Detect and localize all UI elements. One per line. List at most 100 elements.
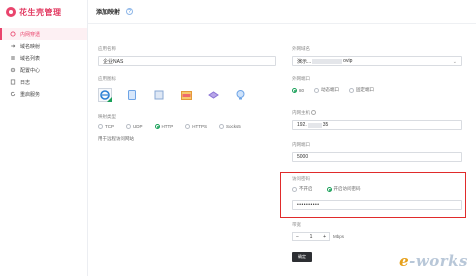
bandwidth-label: 带宽: [292, 222, 301, 227]
app-name-input[interactable]: 企业NAS: [98, 56, 276, 66]
option-label: 开启访问密码: [333, 186, 361, 191]
domain-suffix: ovip: [343, 58, 353, 64]
option-label: HTTPS: [192, 124, 208, 129]
option-label: TCP: [105, 124, 114, 129]
list-icon: [10, 55, 16, 61]
masked-text: [312, 58, 343, 64]
access-label: 访问密码: [292, 176, 310, 181]
reload-icon: [10, 91, 16, 97]
help-icon[interactable]: ?: [126, 8, 134, 15]
option-label: UDP: [133, 124, 143, 129]
radio-icon: [219, 124, 225, 129]
save-button[interactable]: 确定: [292, 252, 312, 262]
watermark-rest: -works: [409, 252, 468, 270]
sidebar-item-domains[interactable]: 域名列表: [0, 52, 87, 64]
masked-text: [307, 122, 322, 128]
radio-selected-icon: [326, 186, 332, 192]
internal-port-label: 内网端口: [292, 142, 310, 147]
protocol-options: TCP UDP HTTP HTTPS Socks5: [98, 124, 241, 129]
bandwidth-value: 1: [309, 233, 313, 240]
watermark-logo: e-works: [399, 252, 468, 270]
option-label: 固定端口: [356, 87, 375, 92]
port-80[interactable]: 80: [292, 87, 304, 93]
option-label: 80: [299, 87, 305, 93]
page-header: 添加映射 ?: [88, 0, 476, 24]
ie-icon[interactable]: [98, 88, 112, 102]
protocol-https[interactable]: HTTPS: [185, 124, 207, 129]
watermark-e: e: [399, 252, 410, 270]
bandwidth-stepper: − 1 + Mbps: [292, 232, 344, 241]
access-off[interactable]: 不开启: [292, 186, 313, 192]
radio-icon: [185, 124, 191, 129]
minus-icon[interactable]: −: [296, 234, 299, 240]
radio-icon: [98, 124, 103, 129]
port-fixed[interactable]: 固定端口: [349, 87, 374, 93]
sidebar-item-label: 域名映射: [20, 43, 41, 50]
option-label: HTTP: [161, 124, 174, 129]
access-on[interactable]: 开启访问密码: [326, 186, 361, 192]
port-label: 外网端口: [292, 76, 310, 81]
app-icon-picker: [98, 88, 247, 102]
tablet-icon[interactable]: [125, 88, 139, 102]
ip-value: 192.: [297, 122, 307, 128]
sidebar-item-config[interactable]: 配置中心: [0, 64, 87, 76]
quantity-stepper[interactable]: − 1 +: [292, 232, 330, 241]
sidebar-item-label: 域名列表: [20, 55, 41, 62]
gear-icon: [10, 67, 16, 73]
app-name-label: 应用名称: [98, 46, 116, 51]
hdd-icon[interactable]: [206, 88, 220, 102]
sidebar-item-mapping[interactable]: 域名映射: [0, 40, 87, 52]
option-label: Socks5: [226, 124, 241, 129]
protocol-label: 映射类型: [98, 114, 116, 119]
brand-title: 花生壳管理: [19, 7, 62, 17]
port-options: 80 动态端口 固定端口: [292, 87, 374, 93]
internal-port-input[interactable]: 5000: [292, 152, 462, 162]
radio-selected-icon: [292, 87, 297, 93]
option-label: 不开启: [299, 186, 313, 191]
info-icon: [311, 110, 317, 116]
log-icon: [10, 79, 16, 85]
option-label: 动态端口: [321, 87, 340, 92]
sidebar-item-label: 重启服务: [20, 91, 41, 98]
radio-icon: [349, 87, 355, 93]
plus-icon[interactable]: +: [323, 234, 326, 240]
password-input[interactable]: ••••••••••: [292, 200, 462, 210]
camera-icon[interactable]: [233, 88, 247, 102]
sidebar-item-restart[interactable]: 重启服务: [0, 88, 87, 100]
protocol-tcp[interactable]: TCP: [98, 124, 114, 129]
app-icon-label: 应用图标: [98, 76, 116, 81]
sidebar-item-label: 日志: [20, 79, 31, 86]
radio-icon: [314, 87, 320, 93]
domain-select[interactable]: 演示... ovip ⌄: [292, 56, 462, 66]
sidebar-item-log[interactable]: 日志: [0, 76, 87, 88]
page-title: 添加映射: [96, 10, 121, 16]
main-panel: 添加映射 ? 应用名称 企业NAS 应用图标 映射类型 TCP UDP HTTP…: [88, 0, 476, 276]
internal-ip-label: 内网主机: [292, 110, 317, 116]
protocol-http[interactable]: HTTP: [154, 124, 174, 129]
sidebar: 花生壳管理 内网穿透 域名映射 域名列表 配置中心 日志 重启服务: [0, 0, 88, 276]
port-dynamic[interactable]: 动态端口: [314, 87, 339, 93]
radio-icon: [292, 186, 297, 192]
link-icon: [10, 31, 16, 37]
sidebar-nav: 内网穿透 域名映射 域名列表 配置中心 日志 重启服务: [0, 28, 87, 100]
sidebar-item-intranet[interactable]: 内网穿透: [0, 28, 87, 40]
internal-ip-label-text: 内网主机: [292, 110, 310, 115]
protocol-udp[interactable]: UDP: [126, 124, 143, 129]
protocol-note: 用于远程访问网站: [98, 136, 134, 141]
chevron-down-icon: ⌄: [452, 59, 457, 65]
protocol-socks5[interactable]: Socks5: [219, 124, 241, 129]
brand-logo-icon: [6, 7, 16, 17]
access-options: 不开启 开启访问密码: [292, 186, 361, 192]
sidebar-item-label: 配置中心: [20, 67, 41, 74]
radio-icon: [126, 124, 131, 129]
arrow-icon: [10, 43, 16, 49]
ip-suffix: 35: [322, 122, 329, 128]
radio-selected-icon: [154, 124, 160, 129]
gallery-icon[interactable]: [179, 88, 193, 102]
domain-value: 演示...: [297, 58, 312, 65]
internal-ip-input[interactable]: 192. 35: [292, 120, 462, 130]
bandwidth-unit: Mbps: [333, 234, 345, 239]
server-icon[interactable]: [152, 88, 166, 102]
brand: 花生壳管理: [0, 0, 87, 24]
domain-label: 外网域名: [292, 46, 310, 51]
